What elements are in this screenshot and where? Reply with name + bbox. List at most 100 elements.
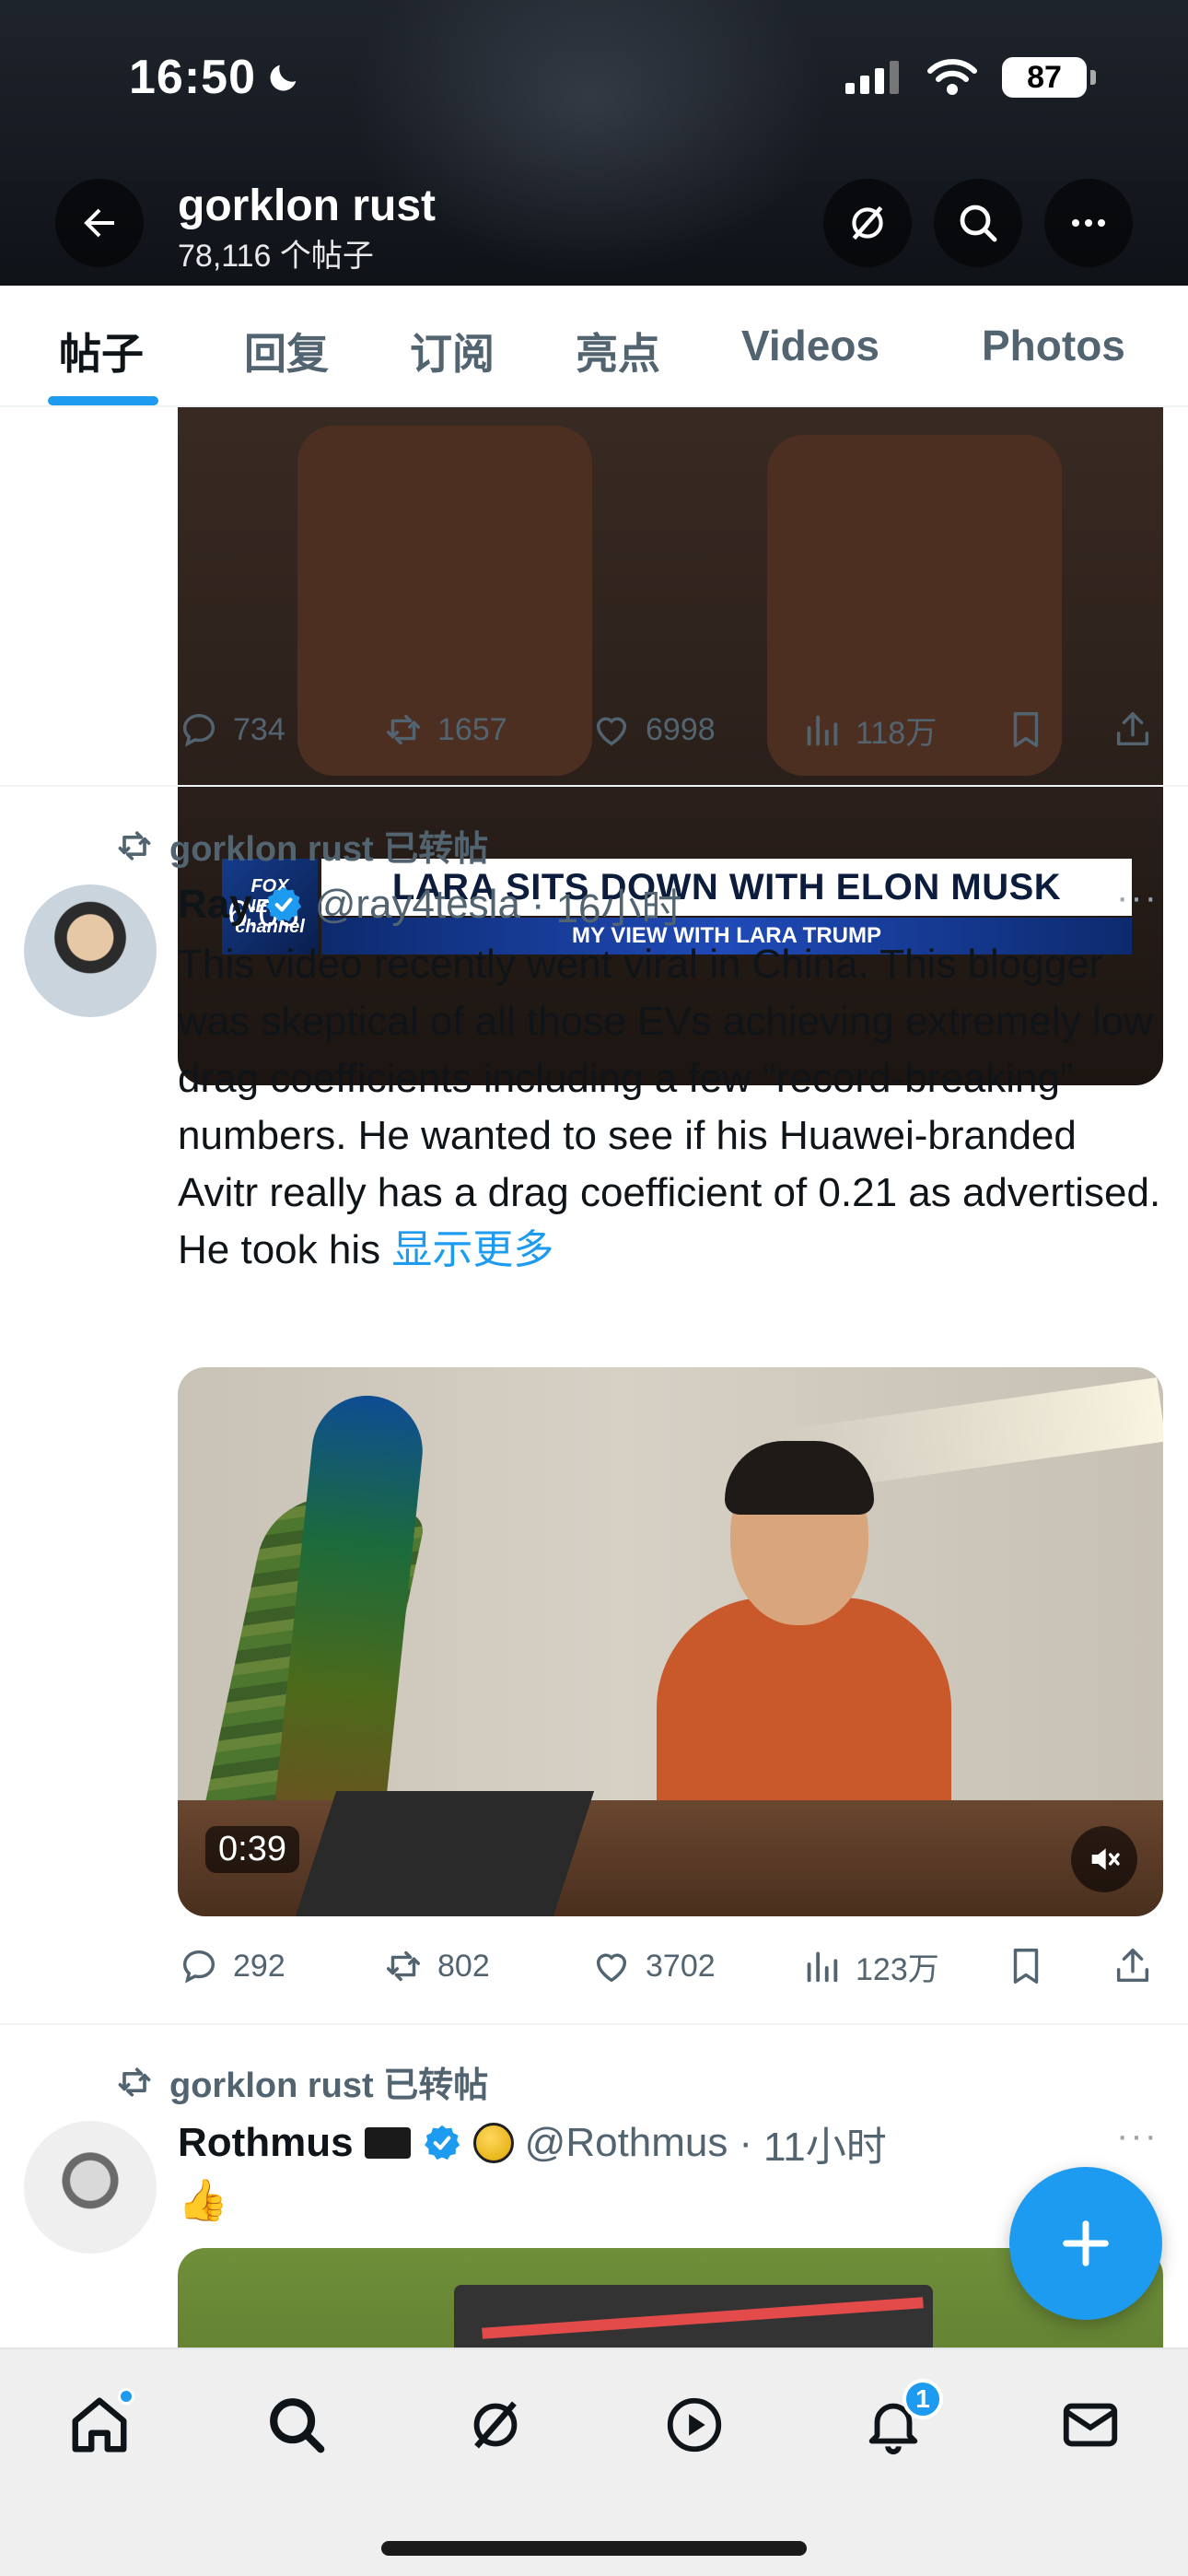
active-tab-indicator: [48, 396, 158, 405]
profile-header: 16:50 87 gorklon rust 78,116 个帖子: [0, 0, 1188, 286]
repost-indicator[interactable]: gorklon rust 已转帖: [114, 2056, 488, 2107]
post-time[interactable]: 16小时: [556, 875, 682, 934]
back-button[interactable]: [55, 179, 144, 267]
nav-notifications[interactable]: 1: [856, 2379, 943, 2462]
mail-icon: [1063, 2403, 1118, 2447]
moon-icon: [270, 64, 297, 91]
mute-button[interactable]: [1071, 1826, 1137, 1892]
video-frame-peacock: [274, 1389, 428, 1824]
compose-button[interactable]: [1009, 2167, 1162, 2320]
author-handle[interactable]: @ray4tesla: [315, 882, 520, 928]
views-icon: [807, 715, 838, 746]
repost-label: gorklon rust 已转帖: [169, 830, 489, 869]
repost-icon: [118, 2067, 151, 2097]
avatar[interactable]: [24, 884, 157, 1017]
share-icon: [1116, 712, 1149, 746]
repost-icon: [386, 1950, 421, 1982]
repost-button[interactable]: 1657: [382, 702, 507, 757]
views-button[interactable]: 123万: [800, 1938, 939, 1994]
verified-icon: [265, 886, 301, 922]
post-count: 78,116 个帖子: [178, 239, 374, 274]
cellular-signal-icon: [845, 61, 899, 94]
nav-messages[interactable]: [1054, 2388, 1127, 2462]
nav-search[interactable]: [260, 2388, 333, 2462]
like-button[interactable]: 3702: [590, 1938, 716, 1994]
share-icon: [1116, 1949, 1149, 1983]
more-button[interactable]: [1044, 179, 1133, 267]
repost-icon: [118, 830, 151, 861]
tab-replies[interactable]: 回复: [244, 321, 329, 381]
like-button[interactable]: 6998: [590, 702, 716, 757]
grok-icon: [473, 2401, 518, 2449]
notification-badge: 1: [903, 2379, 943, 2419]
tab-posts[interactable]: 帖子: [59, 321, 144, 381]
battery-indicator: 87: [1002, 57, 1096, 98]
mute-icon: [1091, 1848, 1120, 1870]
reply-count: 734: [233, 711, 285, 747]
repost-button[interactable]: 802: [382, 1938, 490, 1994]
post-more-button[interactable]: ···: [1116, 2115, 1159, 2157]
post-actions: 734 1657 6998 118万: [178, 702, 1163, 757]
bookmark-icon: [1013, 1949, 1039, 1984]
affiliate-badge-icon: [472, 2123, 514, 2163]
status-time: 16:50: [129, 50, 302, 105]
views-icon: [807, 1951, 838, 1983]
post-body: This video recently went viral in China.…: [178, 942, 1161, 1272]
repost-indicator[interactable]: gorklon rust 已转帖: [114, 820, 488, 871]
play-icon: [667, 2397, 722, 2453]
nav-home[interactable]: [63, 2388, 136, 2462]
views-button[interactable]: 118万: [800, 702, 937, 757]
grok-button[interactable]: [823, 179, 912, 267]
nav-grok[interactable]: [459, 2388, 532, 2462]
video-player[interactable]: 0:39: [178, 1367, 1163, 1916]
profile-name: gorklon rust: [178, 181, 437, 230]
share-button[interactable]: [1112, 702, 1154, 757]
bookmark-button[interactable]: [1005, 702, 1047, 757]
avatar[interactable]: [24, 2121, 157, 2254]
tab-photos[interactable]: Photos: [982, 321, 1125, 370]
reply-button[interactable]: 292: [178, 1938, 285, 1994]
view-count: 118万: [856, 715, 938, 751]
post-actions: 292 802 3702 123万: [178, 1938, 1163, 1994]
reply-icon: [182, 1950, 215, 1984]
repost-label: gorklon rust 已转帖: [169, 2067, 489, 2105]
post-more-button[interactable]: ···: [1116, 877, 1159, 919]
like-icon: [596, 1953, 627, 1983]
like-icon: [596, 717, 627, 746]
grok-icon: [852, 205, 883, 240]
bookmark-button[interactable]: [1005, 1938, 1047, 1994]
post-time[interactable]: 11小时: [763, 2113, 887, 2172]
nav-videos[interactable]: [658, 2388, 731, 2462]
author-handle[interactable]: @Rothmus: [525, 2120, 728, 2166]
search-icon: [960, 205, 997, 242]
post-header: Ray @ray4tesla · 16小时: [178, 875, 682, 934]
post-text: This video recently went viral in China.…: [178, 936, 1163, 1279]
post-header: Rothmus @Rothmus · 11小时: [178, 2113, 887, 2172]
reply-icon: [182, 713, 215, 747]
author-name[interactable]: Rothmus: [178, 2120, 354, 2166]
wifi-icon: [927, 59, 977, 95]
status-indicators: 87: [844, 57, 1096, 98]
show-more-link[interactable]: 显示更多: [391, 1227, 553, 1272]
author-name[interactable]: Ray: [178, 882, 252, 928]
search-button[interactable]: [934, 179, 1022, 267]
more-icon: [1072, 219, 1105, 227]
separator: ·: [530, 882, 545, 927]
home-unread-dot: [118, 2388, 134, 2405]
tab-subscriptions[interactable]: 订阅: [410, 321, 495, 381]
tab-videos[interactable]: Videos: [741, 321, 879, 370]
post-divider: [0, 785, 1188, 787]
home-indicator[interactable]: [381, 2541, 807, 2556]
back-arrow-icon: [84, 208, 114, 238]
repost-icon: [386, 714, 421, 745]
share-button[interactable]: [1112, 1938, 1154, 1994]
post-feed[interactable]: FOX NEWS channel LARA SITS DOWN WITH ELO…: [0, 407, 1188, 2348]
plus-icon: [1063, 2220, 1109, 2266]
video-frame-laptop: [295, 1791, 595, 1916]
tab-highlights[interactable]: 亮点: [576, 321, 660, 381]
video-duration: 0:39: [205, 1826, 299, 1873]
reply-button[interactable]: 734: [178, 702, 285, 757]
like-count: 3702: [646, 1948, 716, 1984]
flag-icon: [364, 2127, 411, 2159]
repost-count: 802: [437, 1948, 490, 1984]
